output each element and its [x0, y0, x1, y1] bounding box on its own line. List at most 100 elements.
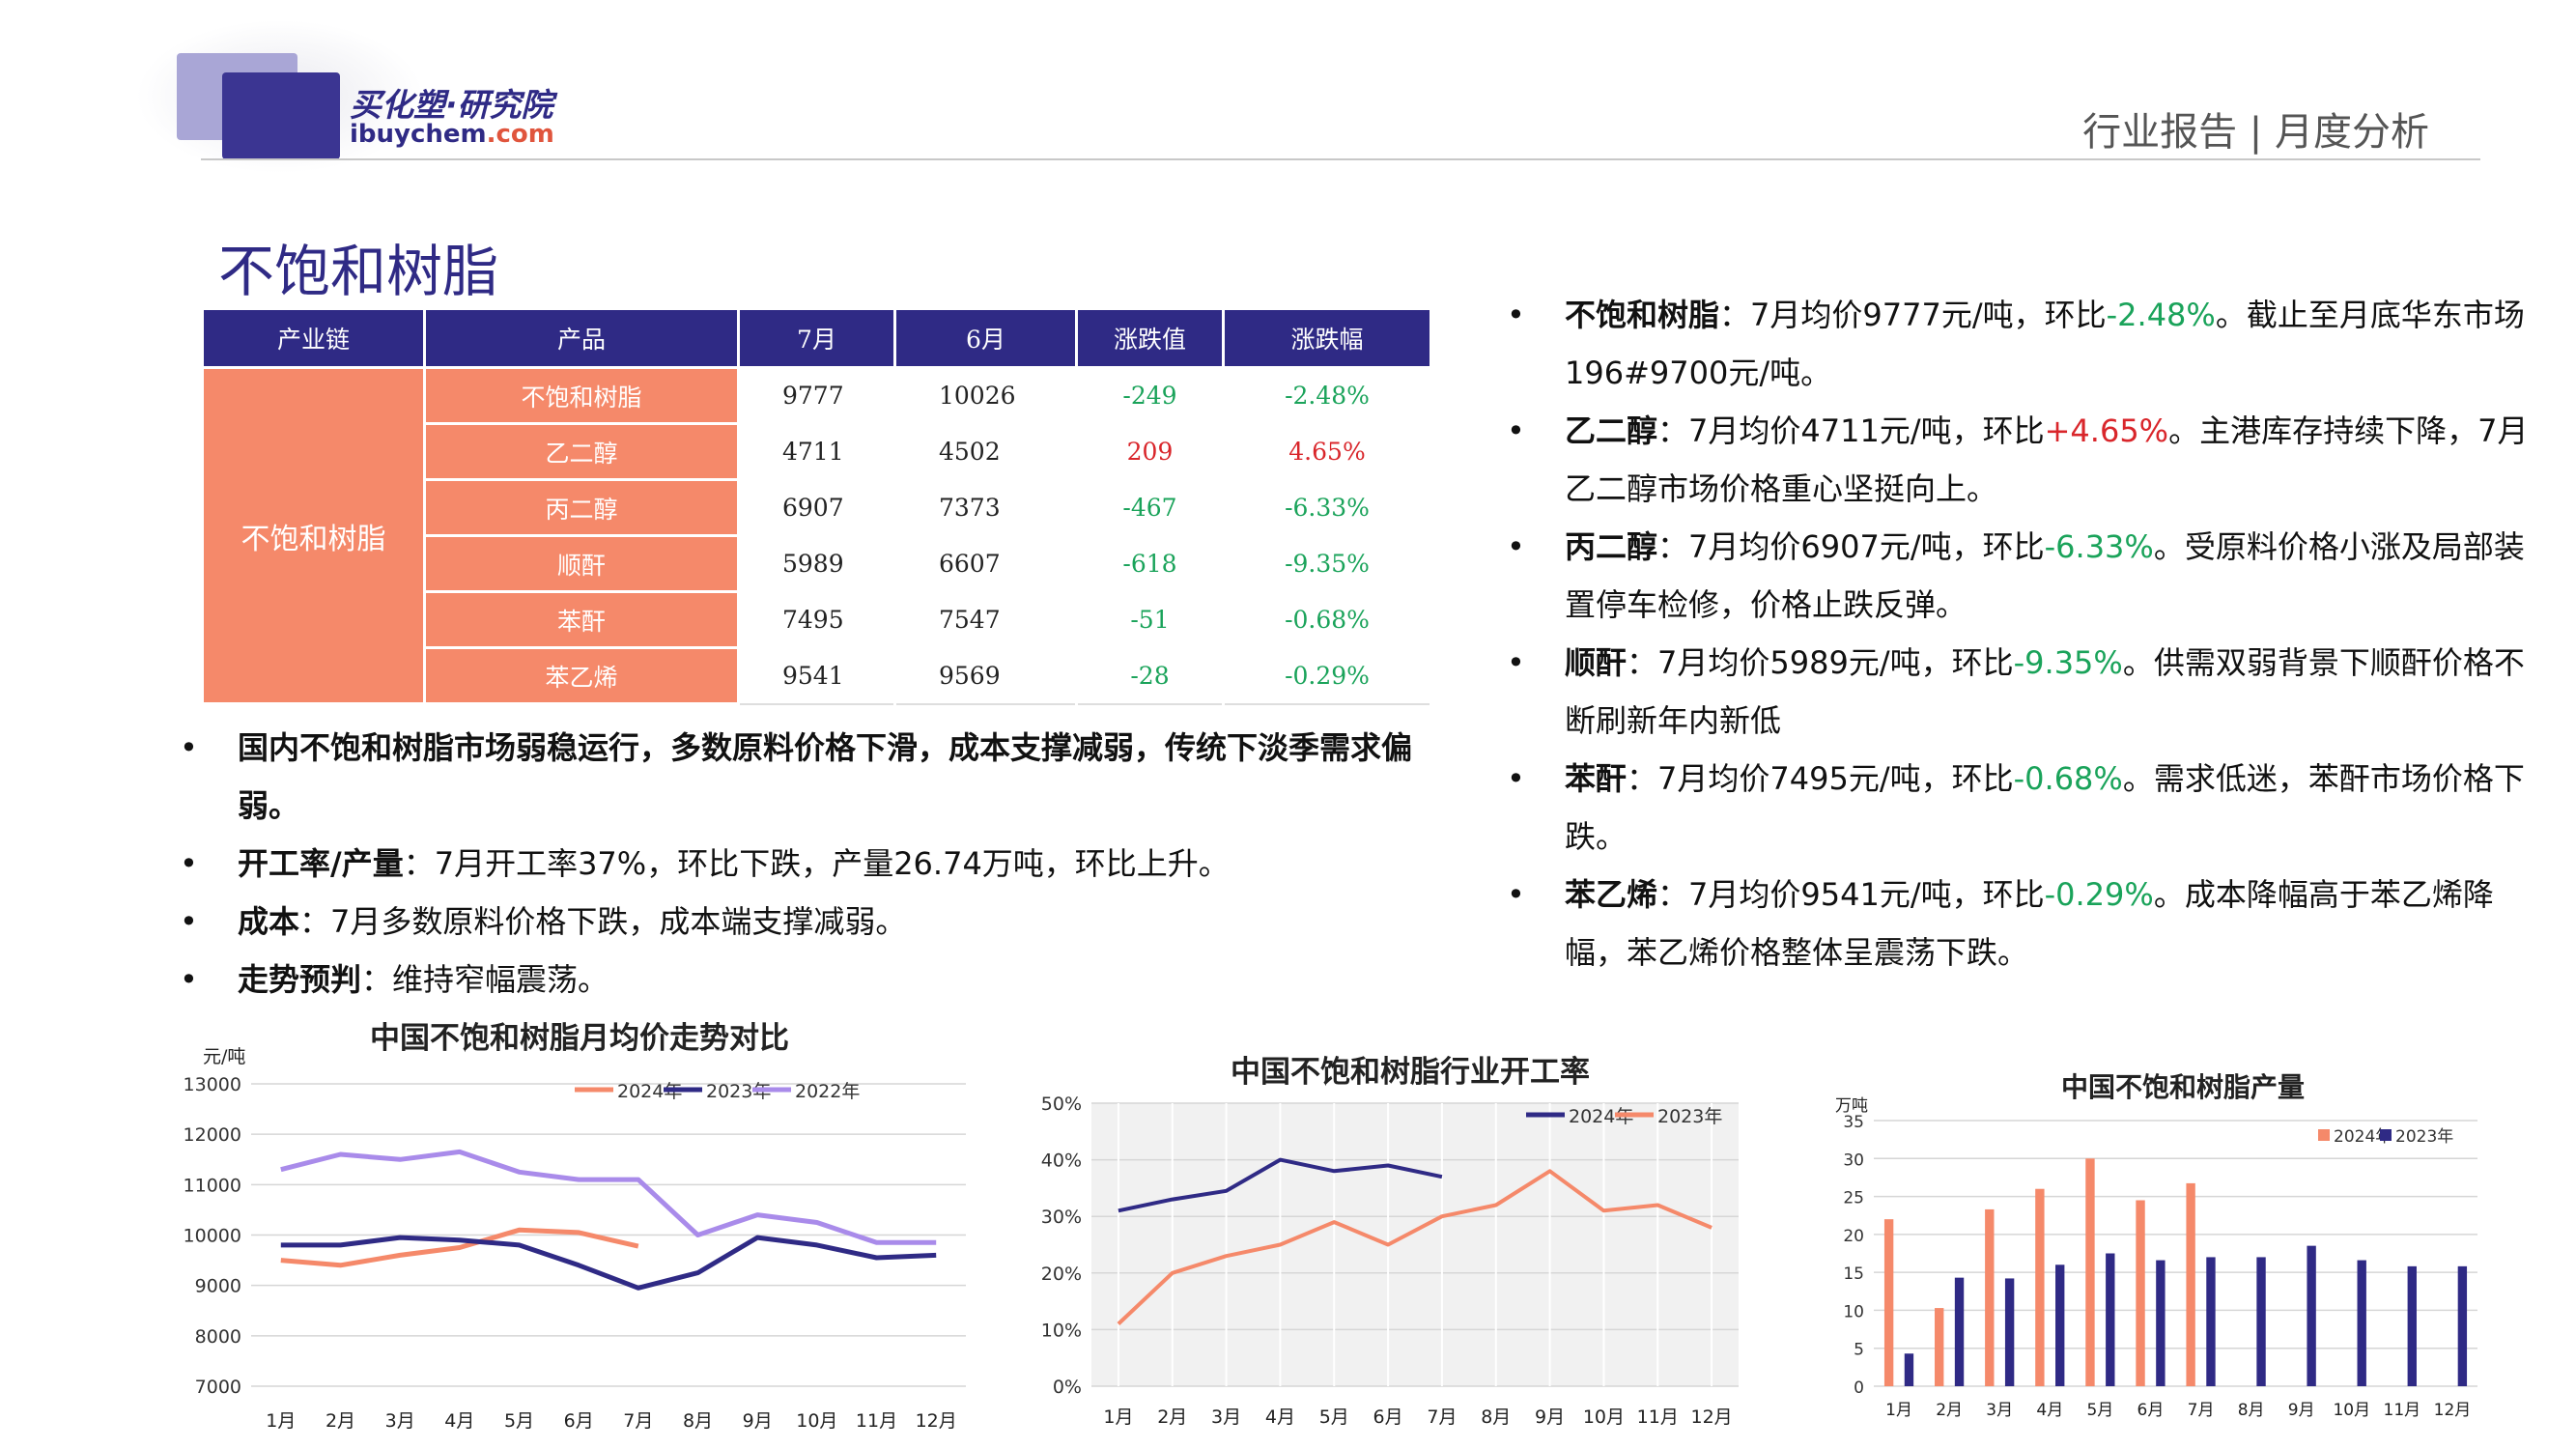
y-tick-label: 50% [1041, 1094, 1082, 1115]
bar [2457, 1265, 2468, 1386]
y-tick-label: 30% [1041, 1207, 1082, 1228]
x-tick-label: 9月 [743, 1410, 773, 1432]
x-tick-label: 6月 [1373, 1406, 1403, 1428]
y-tick-label: 5 [1854, 1341, 1864, 1360]
table-jun-cell: 7547 [893, 590, 1078, 649]
table-jul-cell: 7495 [737, 590, 896, 649]
bullet-text: ：7月均价5989元/吨，环比 [1627, 644, 2014, 681]
header-divider [201, 158, 2480, 160]
bullet-text: ：7月均价6907元/吨，环比 [1657, 528, 2045, 565]
bar [2307, 1245, 2316, 1386]
chart-title: 中国不饱和树脂产量 [2061, 1071, 2305, 1103]
table-jul-cell: 4711 [737, 422, 896, 481]
table-jun-cell: 7373 [893, 478, 1078, 537]
y-tick-label: 9000 [195, 1276, 241, 1297]
x-tick-label: 6月 [2137, 1401, 2165, 1420]
bullet-bold: 开工率/产量 [238, 845, 404, 882]
x-tick-label: 9月 [1535, 1406, 1565, 1428]
y-tick-label: 11000 [184, 1175, 241, 1196]
x-tick-label: 11月 [1637, 1406, 1679, 1428]
bullet-bold: 苯酐 [1565, 760, 1628, 797]
bar [2004, 1278, 2015, 1386]
y-tick-label: 20% [1041, 1264, 1082, 1285]
bar [2206, 1257, 2216, 1386]
bar [2156, 1260, 2166, 1386]
summary-bullet-list: 国内不饱和树脂市场弱稳运行，多数原料价格下滑，成本支撑减弱，传统下淡季需求偏弱。… [180, 719, 1464, 1009]
logo-text-cn: 买化塑·研究院 [350, 86, 553, 124]
bullet-text: ：7月均价9777元/吨，环比 [1719, 297, 2107, 333]
table-header-cell: 7月 [737, 307, 896, 369]
price-table: 产业链 产品 7月 6月 涨跌值 涨跌幅 不饱和树脂 不饱和树脂 9777 10… [201, 307, 1432, 705]
table-diff-cell: -467 [1075, 478, 1225, 537]
legend-label: 2022年 [795, 1081, 860, 1102]
logo-text-en-tld: .com [486, 120, 554, 149]
table-product-cell: 不饱和树脂 [423, 366, 740, 425]
chart-title: 中国不饱和树脂行业开工率 [1231, 1055, 1590, 1090]
table-header-cell: 涨跌幅 [1222, 307, 1432, 369]
product-bullet: 苯酐：7月均价7495元/吨，环比-0.68%。需求低迷，苯酐市场价格下跌。 [1507, 750, 2550, 866]
table-jul-cell: 5989 [737, 534, 896, 593]
bar [2186, 1182, 2195, 1386]
bar [2035, 1188, 2045, 1386]
table-product-cell: 苯酐 [423, 590, 740, 649]
series-line [280, 1235, 937, 1291]
table-row: 不饱和树脂 不饱和树脂 9777 10026 -249 -2.48% [201, 366, 1432, 705]
bullet-change: -2.48% [2106, 297, 2216, 333]
x-tick-label: 12月 [916, 1410, 957, 1432]
chart-title: 中国不饱和树脂月均价走势对比 [370, 1021, 789, 1056]
bullet-text: ：7月多数原料价格下跌，成本端支撑减弱。 [299, 903, 907, 940]
x-tick-label: 8月 [2238, 1401, 2265, 1420]
x-tick-label: 9月 [2288, 1401, 2315, 1420]
x-tick-label: 2月 [326, 1410, 355, 1432]
x-tick-label: 8月 [683, 1410, 713, 1432]
logo-text-en: ibuychem.com [350, 120, 554, 149]
table-diff-cell: 209 [1075, 422, 1225, 481]
table-chain-cell: 不饱和树脂 [201, 366, 426, 705]
x-tick-label: 12月 [1690, 1406, 1732, 1428]
bar [2256, 1257, 2266, 1386]
x-tick-label: 4月 [1265, 1406, 1295, 1428]
y-tick-label: 0 [1854, 1378, 1864, 1398]
x-tick-label: 12月 [2434, 1401, 2472, 1420]
bullet-text: ：7月均价4711元/吨，环比 [1657, 412, 2045, 449]
bullet-change: -0.68% [2013, 760, 2123, 797]
table-pct-cell: -6.33% [1222, 478, 1432, 537]
table-jun-cell: 4502 [893, 422, 1078, 481]
legend-swatch [2318, 1129, 2330, 1141]
table-jun-cell: 10026 [893, 366, 1078, 425]
legend-label: 2023年 [1657, 1106, 1722, 1127]
x-tick-label: 2月 [1157, 1406, 1187, 1428]
logo-text-en-main: ibuychem [350, 120, 487, 149]
table-pct-cell: 4.65% [1222, 422, 1432, 481]
product-bullet: 不饱和树脂：7月均价9777元/吨，环比-2.48%。截止至月底华东市场196#… [1507, 286, 2550, 402]
x-tick-label: 1月 [1885, 1401, 1912, 1420]
bullet-bold: 苯乙烯 [1565, 876, 1658, 913]
table-pct-cell: -0.29% [1222, 646, 1432, 705]
bullet-change: +4.65% [2044, 412, 2169, 449]
bar [2407, 1265, 2417, 1386]
table-header-cell: 涨跌值 [1075, 307, 1225, 369]
page-title: 不饱和树脂 [218, 239, 499, 304]
bar [1954, 1277, 1965, 1386]
product-bullet: 苯乙烯：7月均价9541元/吨，环比-0.29%。成本降幅高于苯乙烯降幅，苯乙烯… [1507, 866, 2550, 981]
table-pct-cell: -0.68% [1222, 590, 1432, 649]
x-tick-label: 7月 [1427, 1406, 1457, 1428]
table-jul-cell: 6907 [737, 478, 896, 537]
table-product-cell: 苯乙烯 [423, 646, 740, 705]
x-tick-label: 1月 [1103, 1406, 1133, 1428]
product-bullet: 顺酐：7月均价5989元/吨，环比-9.35%。供需双弱背景下顺酐价格不断刷新年… [1507, 634, 2550, 750]
bar [2106, 1253, 2115, 1386]
x-tick-label: 5月 [504, 1410, 534, 1432]
table-product-cell: 顺酐 [423, 534, 740, 593]
y-axis-label: 元/吨 [203, 1046, 245, 1067]
table-jul-cell: 9541 [737, 646, 896, 705]
bar [2055, 1264, 2065, 1386]
table-diff-cell: -51 [1075, 590, 1225, 649]
x-tick-label: 6月 [564, 1410, 594, 1432]
bar [1883, 1219, 1894, 1386]
summary-bullet: 成本：7月多数原料价格下跌，成本端支撑减弱。 [180, 893, 1464, 951]
x-tick-label: 3月 [1986, 1401, 2013, 1420]
product-bullet-list: 不饱和树脂：7月均价9777元/吨，环比-2.48%。截止至月底华东市场196#… [1507, 286, 2550, 981]
product-bullet: 丙二醇：7月均价6907元/吨，环比-6.33%。受原料价格小涨及局部装置停车检… [1507, 518, 2550, 634]
y-tick-label: 20 [1843, 1227, 1864, 1246]
